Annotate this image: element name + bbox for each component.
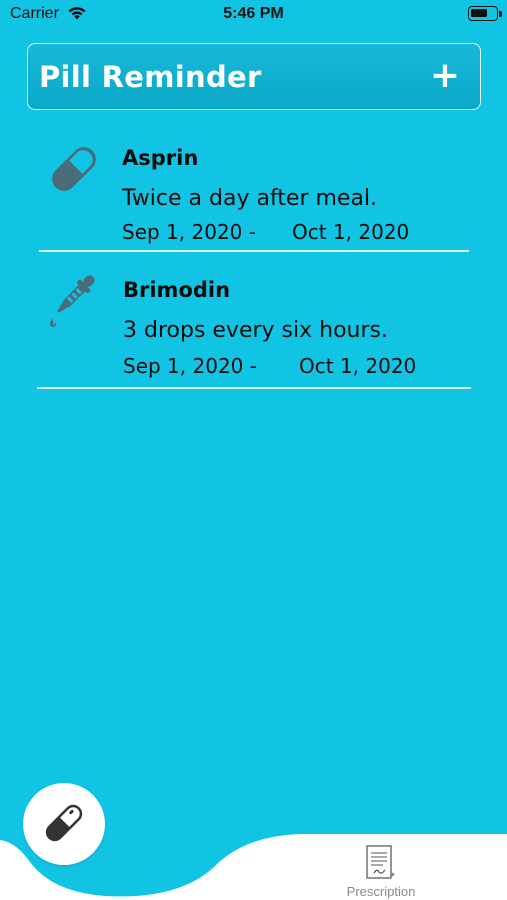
- page-title: Pill Reminder: [39, 60, 262, 94]
- add-medication-button[interactable]: +: [428, 56, 462, 96]
- pill-capsule-icon: [44, 140, 104, 202]
- list-item[interactable]: Asprin Twice a day after meal. Sep 1, 20…: [0, 130, 507, 252]
- medication-description: Twice a day after meal.: [122, 186, 378, 211]
- status-bar: Carrier 5:46 PM: [0, 0, 507, 30]
- dropper-icon: [44, 268, 100, 336]
- medication-name: Asprin: [122, 146, 199, 170]
- prescription-tab-label: Prescription: [346, 884, 416, 899]
- prescription-tab[interactable]: Prescription: [330, 840, 432, 900]
- medication-name: Brimodin: [123, 278, 231, 302]
- battery-icon: [468, 6, 498, 21]
- medication-start-date: Sep 1, 2020 -: [123, 354, 257, 378]
- medication-start-date: Sep 1, 2020 -: [122, 220, 256, 244]
- clock: 5:46 PM: [223, 5, 284, 22]
- divider: [39, 250, 469, 252]
- medications-tab-button[interactable]: [23, 783, 105, 865]
- medication-end-date: Oct 1, 2020: [292, 220, 410, 244]
- list-item[interactable]: Brimodin 3 drops every six hours. Sep 1,…: [0, 262, 507, 388]
- divider: [37, 387, 471, 389]
- battery-tip: [499, 11, 502, 17]
- medication-description: 3 drops every six hours.: [123, 318, 388, 343]
- header-bar: Pill Reminder +: [27, 43, 481, 110]
- medication-end-date: Oct 1, 2020: [299, 354, 417, 378]
